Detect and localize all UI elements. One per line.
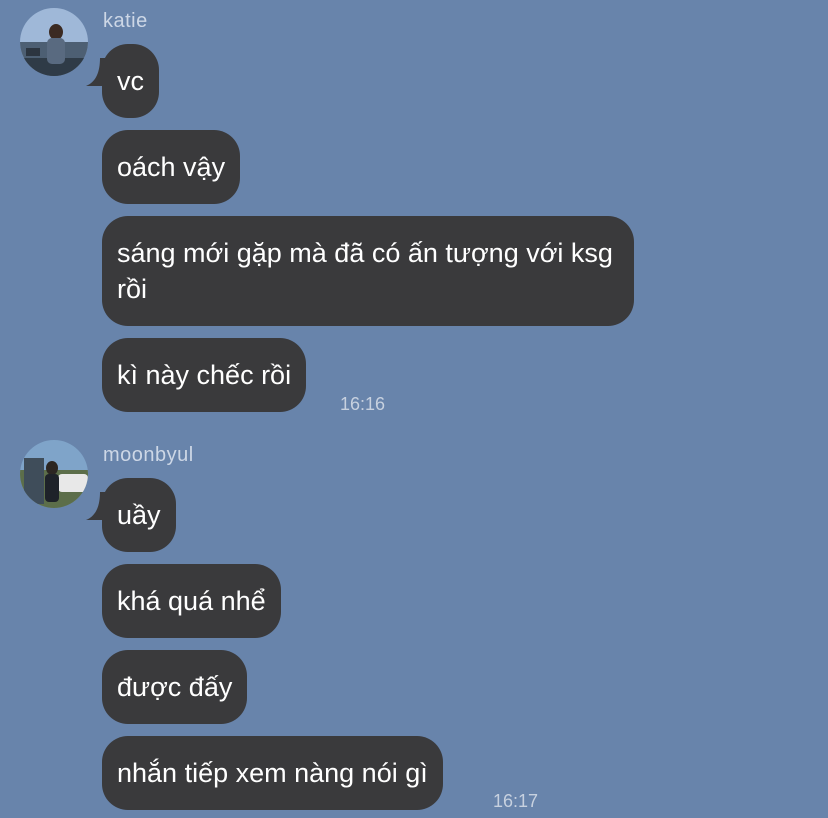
sender-name: moonbyul: [103, 444, 194, 466]
sender-name: katie: [103, 10, 148, 32]
message-bubble[interactable]: khá quá nhể: [102, 564, 281, 638]
avatar-katie[interactable]: [20, 8, 88, 76]
message-bubble[interactable]: nhắn tiếp xem nàng nói gì: [102, 736, 443, 810]
message-timestamp: 16:17: [493, 791, 539, 811]
message-bubble[interactable]: vc: [102, 44, 159, 118]
message-bubble[interactable]: được đấy: [102, 650, 248, 724]
message-bubble[interactable]: kì này chếc rồi: [102, 338, 307, 412]
message-timestamp: 16:16: [340, 394, 386, 414]
message-bubble[interactable]: uầy: [102, 478, 176, 552]
message-bubble[interactable]: oách vậy: [102, 130, 241, 204]
avatar-moonbyul[interactable]: [20, 440, 88, 508]
message-bubble[interactable]: sáng mới gặp mà đã có ấn tượng với ksg r…: [102, 216, 634, 326]
